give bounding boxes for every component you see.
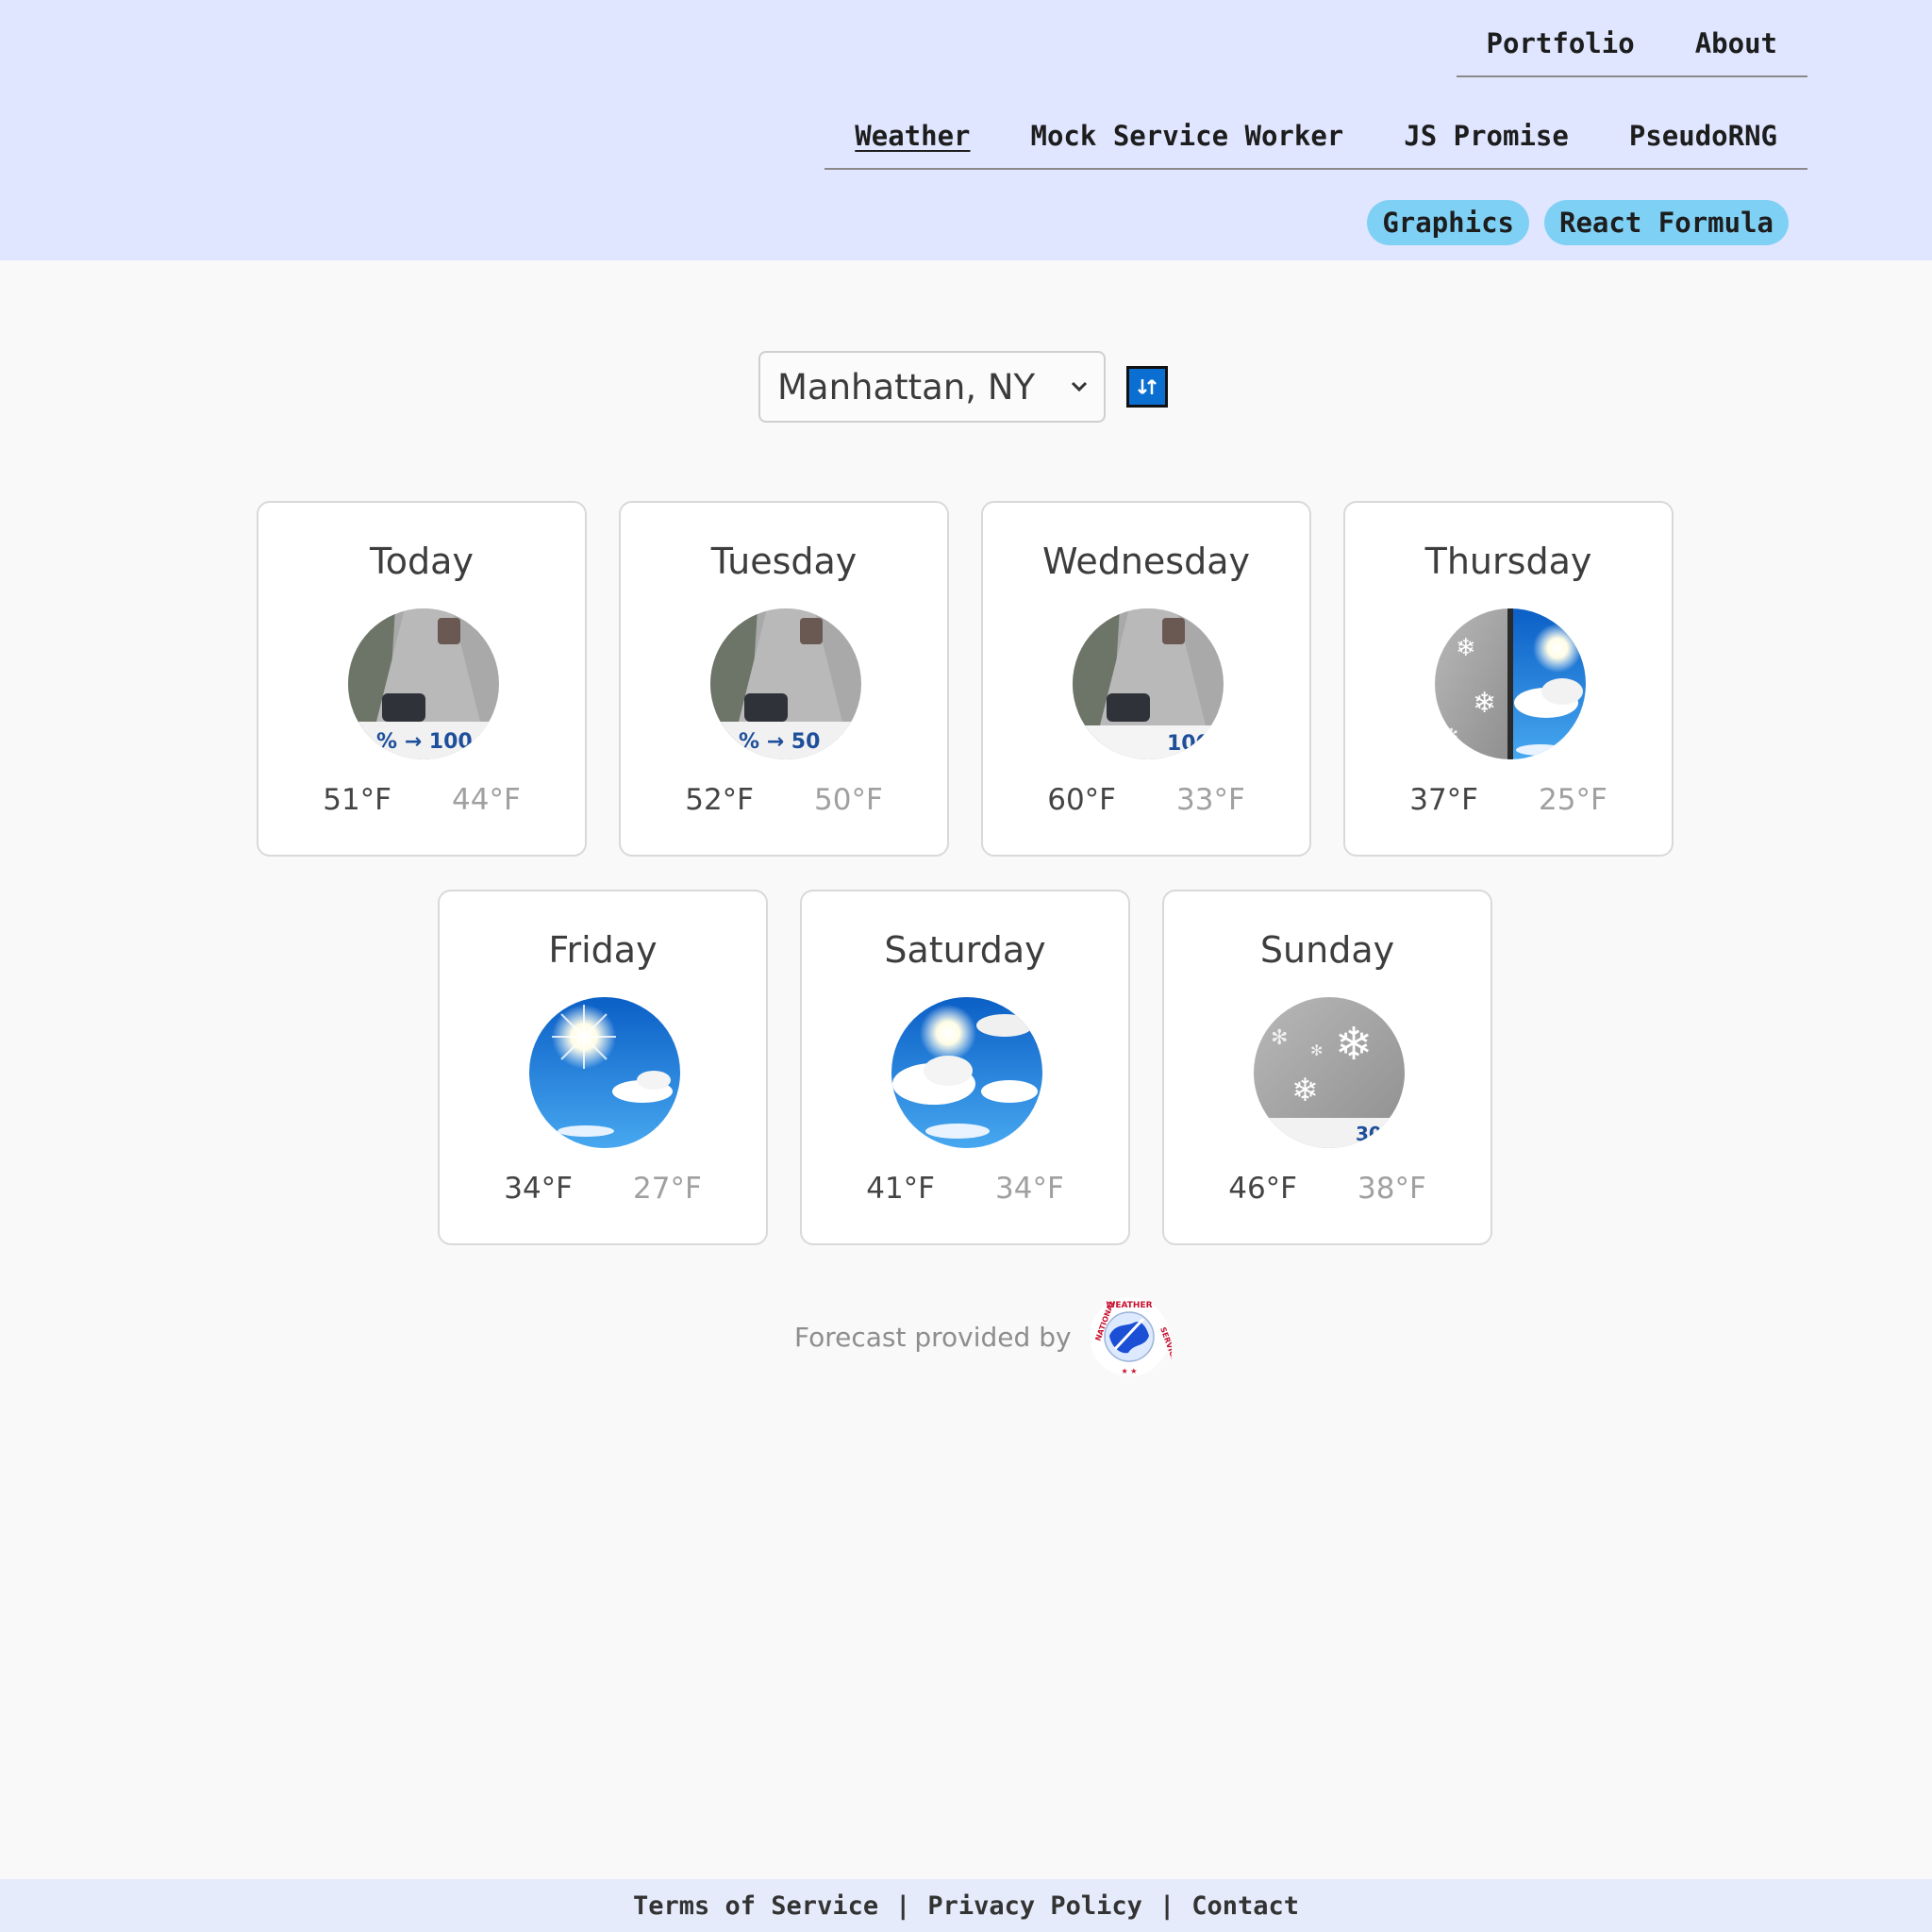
- refresh-button[interactable]: [1126, 366, 1168, 408]
- rain-snow-icon: % → 100: [348, 608, 499, 759]
- main-nav: Weather Mock Service Worker JS Promise P…: [824, 123, 1807, 170]
- svg-text:✻: ✻: [1444, 725, 1458, 745]
- svg-text:❄: ❄: [1291, 1072, 1319, 1109]
- forecast-day: Sunday: [1259, 929, 1395, 971]
- pill-graphics[interactable]: Graphics: [1367, 200, 1530, 245]
- forecast-card-today: Today % → 100 51°F 44°F: [257, 501, 587, 857]
- high-temp: 41°F: [866, 1172, 935, 1206]
- svg-text:✻: ✻: [1271, 1026, 1288, 1050]
- forecast-card-friday: Friday 34°F 27°F: [438, 890, 768, 1245]
- high-temp: 60°F: [1047, 783, 1116, 817]
- high-temp: 46°F: [1228, 1172, 1297, 1206]
- svg-text:✻: ✻: [1310, 1041, 1323, 1059]
- svg-text:❄: ❄: [1335, 1018, 1373, 1071]
- snow-then-partly-sunny-icon: ❄ ❄ ✻: [1435, 608, 1586, 759]
- nws-logo[interactable]: WEATHER NATIONAL SERVICE ★ ★: [1087, 1294, 1172, 1379]
- low-temp: 25°F: [1539, 783, 1607, 817]
- footer-terms-link[interactable]: Terms of Service: [633, 1891, 878, 1921]
- nav-weather[interactable]: Weather: [824, 123, 1000, 168]
- snow-icon: ❄ ❄ ✻ ✻ 30: [1254, 997, 1405, 1148]
- rain-snow-icon: % → 50: [710, 608, 861, 759]
- refresh-icon: [1138, 379, 1157, 394]
- forecast-day: Saturday: [884, 929, 1046, 971]
- forecast-day: Today: [370, 541, 474, 582]
- chevron-down-icon: [1071, 381, 1088, 392]
- low-temp: 44°F: [452, 783, 521, 817]
- forecast-card-wednesday: Wednesday 100 60°F 33°F: [981, 501, 1311, 857]
- icon-probability-label: 30: [1356, 1123, 1382, 1145]
- nav-mock-service-worker[interactable]: Mock Service Worker: [1001, 123, 1374, 168]
- forecast-day: Friday: [548, 929, 658, 971]
- svg-text:★ ★: ★ ★: [1121, 1367, 1137, 1375]
- icon-probability-label: % → 50: [739, 730, 820, 754]
- footer-contact-link[interactable]: Contact: [1191, 1891, 1299, 1921]
- low-temp: 38°F: [1357, 1172, 1426, 1206]
- low-temp: 27°F: [633, 1172, 702, 1206]
- rain-snow-icon: 100: [1073, 608, 1224, 759]
- high-temp: 51°F: [323, 783, 391, 817]
- low-temp: 50°F: [814, 783, 883, 817]
- footer-separator: |: [895, 1890, 911, 1921]
- location-select[interactable]: Manhattan, NY: [758, 351, 1106, 423]
- footer-privacy-link[interactable]: Privacy Policy: [927, 1891, 1142, 1921]
- sub-nav-pills: Graphics React Formula: [1367, 200, 1789, 245]
- site-footer: Terms of Service | Privacy Policy | Cont…: [0, 1879, 1932, 1932]
- low-temp: 33°F: [1176, 783, 1245, 817]
- icon-probability-label: % → 100: [376, 730, 473, 754]
- forecast-day: Tuesday: [710, 541, 858, 582]
- nav-portfolio[interactable]: Portfolio: [1457, 30, 1665, 75]
- location-select-value: Manhattan, NY: [777, 366, 1036, 408]
- partly-sunny-icon: [891, 997, 1042, 1148]
- attribution-text: Forecast provided by: [794, 1321, 1072, 1353]
- forecast-card-saturday: Saturday 41°F 34°F: [800, 890, 1130, 1245]
- svg-text:❄: ❄: [1456, 634, 1476, 662]
- site-header: Portfolio About Weather Mock Service Wor…: [0, 0, 1932, 260]
- svg-text:❄: ❄: [1473, 687, 1496, 720]
- forecast-day: Wednesday: [1041, 541, 1250, 582]
- forecast-card-sunday: Sunday ❄ ❄ ✻ ✻ 30 46°F 38°F: [1162, 890, 1492, 1245]
- footer-separator: |: [1158, 1890, 1175, 1921]
- location-bar: Manhattan, NY: [758, 351, 1168, 423]
- pill-react-formula[interactable]: React Formula: [1544, 200, 1789, 245]
- forecast-day: Thursday: [1424, 541, 1592, 582]
- forecast-card-thursday: Thursday ❄ ❄ ✻ 37°F 25°F: [1343, 501, 1674, 857]
- top-nav: Portfolio About: [1456, 30, 1807, 77]
- low-temp: 34°F: [995, 1172, 1064, 1206]
- icon-probability-label: 100: [1167, 732, 1210, 756]
- high-temp: 37°F: [1409, 783, 1478, 817]
- forecast-attribution: Forecast provided by WEATHER NATIONAL SE…: [794, 1294, 1172, 1379]
- nav-about[interactable]: About: [1665, 30, 1807, 75]
- forecast-card-tuesday: Tuesday % → 50 52°F 50°F: [619, 501, 949, 857]
- nav-js-promise[interactable]: JS Promise: [1374, 123, 1599, 168]
- high-temp: 34°F: [504, 1172, 573, 1206]
- sunny-icon: [529, 997, 680, 1148]
- nav-pseudorng[interactable]: PseudoRNG: [1599, 123, 1807, 168]
- high-temp: 52°F: [685, 783, 754, 817]
